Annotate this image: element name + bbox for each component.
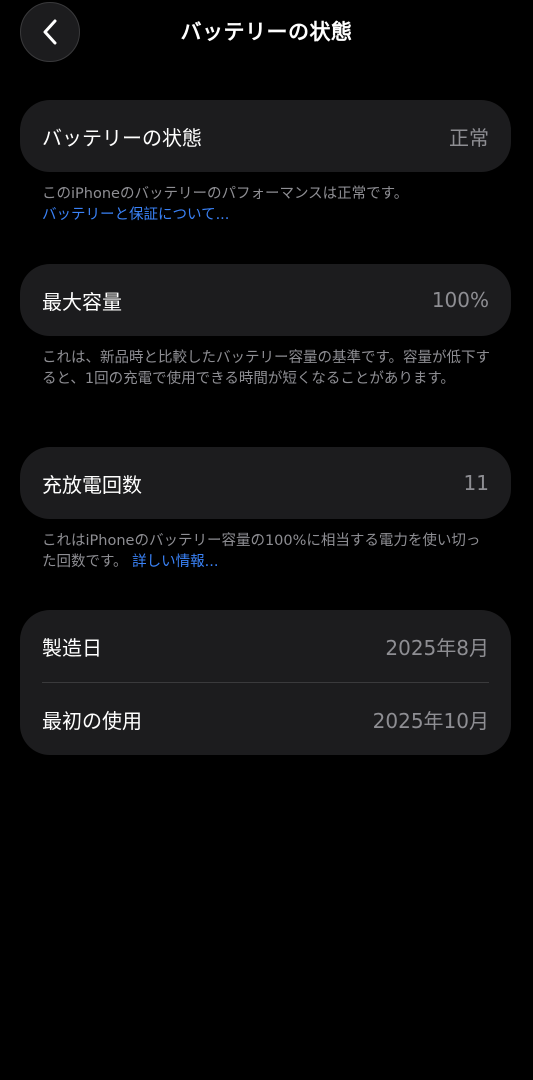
manufacture-date-value: 2025年8月 xyxy=(385,635,489,660)
cycle-count-row: 充放電回数 11 xyxy=(20,447,511,519)
cycle-count-value: 11 xyxy=(463,471,489,495)
cycle-count-description: これはiPhoneのバッテリー容量の100%に相当する電力を使い切った回数です。 xyxy=(42,533,481,570)
battery-health-value: 正常 xyxy=(449,125,489,150)
battery-health-row: バッテリーの状態 正常 xyxy=(20,100,511,172)
manufacture-date-label: 製造日 xyxy=(42,635,102,660)
first-use-row: 最初の使用 2025年10月 xyxy=(20,683,511,755)
battery-health-description: このiPhoneのバッテリーのパフォーマンスは正常です。 xyxy=(42,186,409,202)
more-info-link[interactable]: 詳しい情報... xyxy=(132,554,218,570)
navigation-bar: バッテリーの状態 xyxy=(0,0,533,64)
battery-health-label: バッテリーの状態 xyxy=(42,125,202,150)
battery-health-card: バッテリーの状態 正常 xyxy=(20,100,511,172)
cycle-count-note: これはiPhoneのバッテリー容量の100%に相当する電力を使い切った回数です。… xyxy=(42,531,494,573)
manufacture-date-row: 製造日 2025年8月 xyxy=(20,610,511,682)
max-capacity-value: 100% xyxy=(431,288,489,312)
cycle-count-card: 充放電回数 11 xyxy=(20,447,511,519)
dates-card: 製造日 2025年8月 最初の使用 2025年10月 xyxy=(20,610,511,755)
page-title: バッテリーの状態 xyxy=(180,20,353,44)
battery-warranty-link[interactable]: バッテリーと保証について... xyxy=(42,207,229,223)
cycle-count-label: 充放電回数 xyxy=(42,472,142,497)
first-use-value: 2025年10月 xyxy=(372,708,489,733)
max-capacity-row: 最大容量 100% xyxy=(20,264,511,336)
max-capacity-label: 最大容量 xyxy=(42,289,122,314)
max-capacity-note: これは、新品時と比較したバッテリー容量の基準です。容量が低下すると、1回の充電で… xyxy=(42,350,491,387)
first-use-label: 最初の使用 xyxy=(42,708,142,733)
max-capacity-card: 最大容量 100% xyxy=(20,264,511,336)
battery-health-note: このiPhoneのバッテリーのパフォーマンスは正常です。 バッテリーと保証につい… xyxy=(42,184,494,226)
